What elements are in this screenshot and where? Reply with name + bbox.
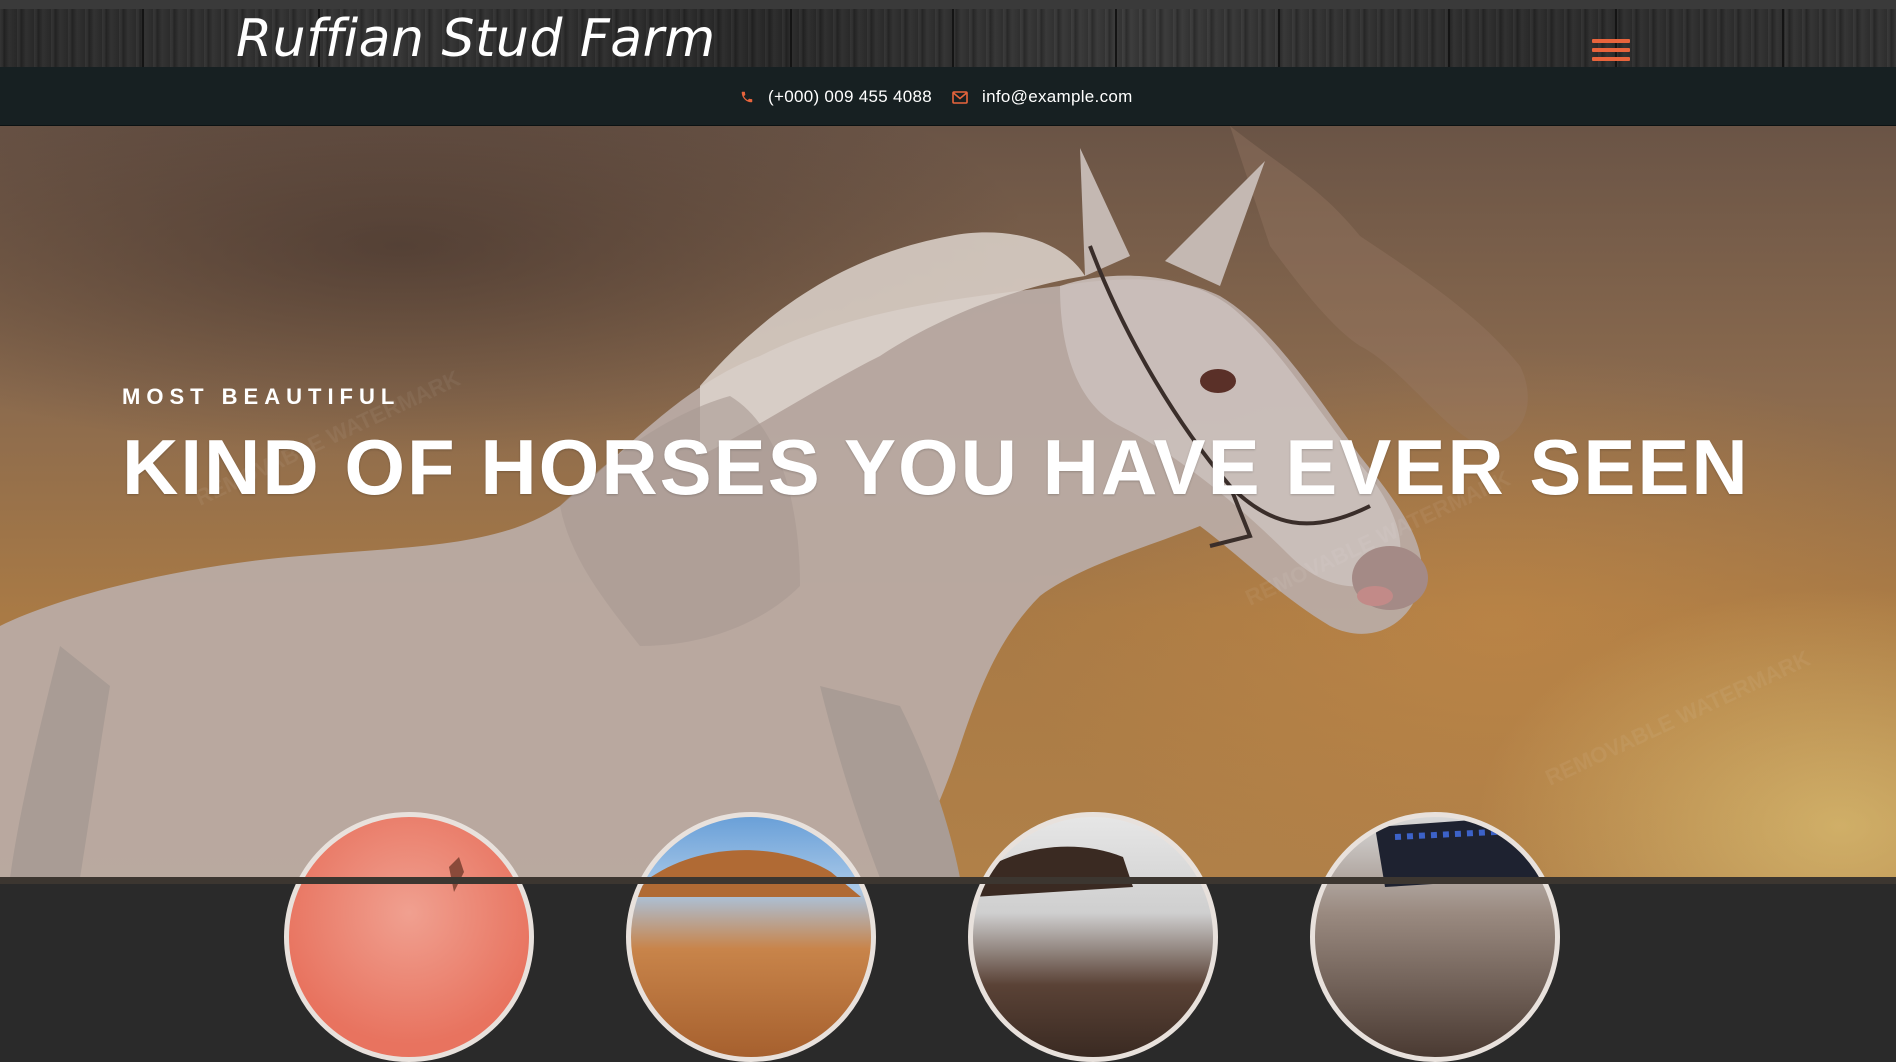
- hero-subtitle: MOST BEAUTIFUL: [122, 384, 401, 409]
- horse-head-icon: [973, 846, 1133, 897]
- hamburger-menu-icon[interactable]: [1592, 39, 1630, 69]
- horse-thumbnail-3[interactable]: [968, 812, 1218, 1062]
- wood-plank-divider: [1115, 9, 1117, 67]
- envelope-icon: [952, 90, 968, 104]
- horse-head-icon: [631, 850, 861, 897]
- hero-title: KIND OF HORSES YOU HAVE EVER SEEN: [122, 423, 1750, 511]
- wood-plank-divider: [1448, 9, 1450, 67]
- bottom-strip: [0, 877, 1896, 884]
- svg-text:REMOVABLE WATERMARK: REMOVABLE WATERMARK: [1542, 646, 1814, 791]
- horse-head-icon: [1375, 817, 1545, 887]
- site-header: Ruffian Stud Farm: [0, 9, 1896, 67]
- contact-bar: (+000) 009 455 4088 info@example.com: [0, 67, 1896, 126]
- email-address[interactable]: info@example.com: [982, 87, 1133, 107]
- wood-plank-divider: [952, 9, 954, 67]
- horse-thumbnail-1[interactable]: [284, 812, 534, 1062]
- hero-banner: REMOVABLE WATERMARK REMOVABLE WATERMARK …: [0, 126, 1896, 878]
- phone-icon: [740, 90, 754, 104]
- horse-thumbnail-4[interactable]: [1310, 812, 1560, 1062]
- horse-head-icon: [449, 857, 464, 892]
- wood-plank-divider: [790, 9, 792, 67]
- phone-number[interactable]: (+000) 009 455 4088: [768, 87, 932, 107]
- horse-thumbnail-2[interactable]: [626, 812, 876, 1062]
- wood-plank-divider: [1278, 9, 1280, 67]
- wood-plank-divider: [1782, 9, 1784, 67]
- top-strip: [0, 0, 1896, 9]
- site-logo[interactable]: Ruffian Stud Farm: [236, 11, 716, 67]
- wood-plank-divider: [142, 9, 144, 67]
